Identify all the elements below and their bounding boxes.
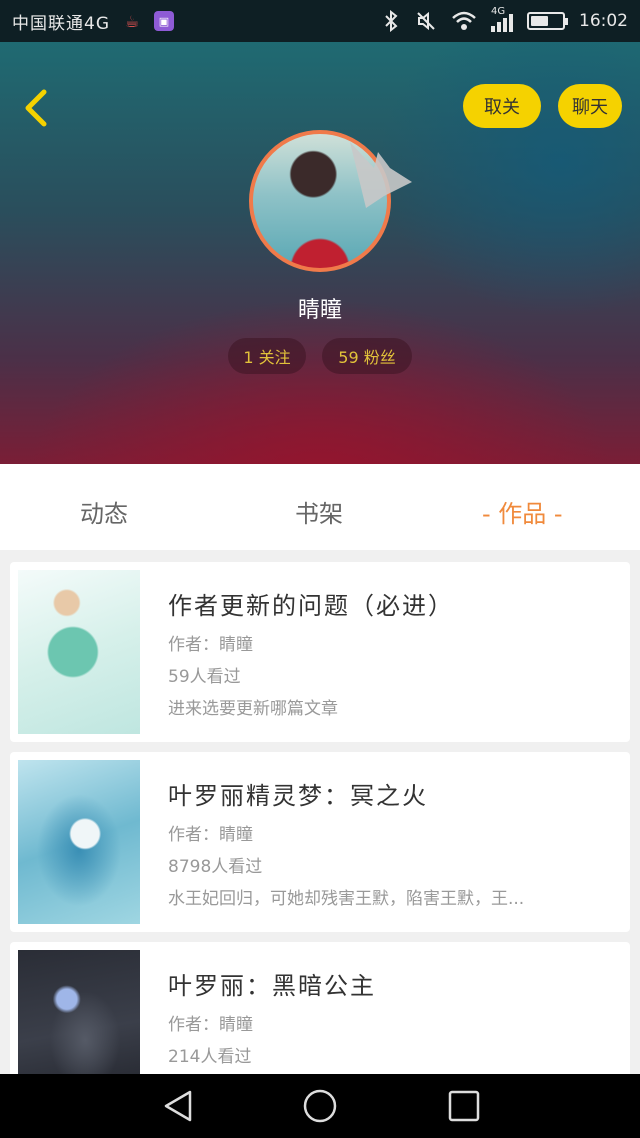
list-item[interactable]: 叶罗丽精灵梦：冥之火 作者：睛瞳 8798人看过 水王妃回归，可她却残害王默，陷… xyxy=(10,752,630,932)
book-cover xyxy=(18,950,140,1074)
profile-tabs: 动态 书架 - 作品 - xyxy=(0,464,640,550)
tab-works[interactable]: - 作品 - xyxy=(482,494,563,529)
book-title: 作者更新的问题（必进） xyxy=(168,592,454,620)
unfollow-button[interactable]: 取关 xyxy=(463,84,541,128)
status-bar: 中国联通4G ☕ ▣ 4G 16:02 xyxy=(0,0,640,42)
book-author: 作者：睛瞳 xyxy=(168,635,253,655)
wifi-icon xyxy=(452,11,476,30)
square-recent-icon[interactable] xyxy=(446,1088,482,1124)
book-views: 8798人看过 xyxy=(168,857,263,877)
triangle-back-icon[interactable] xyxy=(160,1088,196,1124)
notification-app-icon: ☕ xyxy=(124,11,140,31)
tab-bookshelf[interactable]: 书架 xyxy=(295,494,343,529)
list-item[interactable]: 叶罗丽：黑暗公主 作者：睛瞳 214人看过 xyxy=(10,942,630,1074)
bluetooth-icon xyxy=(385,10,398,32)
profile-header: 取关 聊天 睛瞳 1 关注 59 粉丝 xyxy=(0,42,640,464)
works-list: 作者更新的问题（必进） 作者：睛瞳 59人看过 进来选要更新哪篇文章 叶罗丽精灵… xyxy=(0,550,640,1074)
system-nav-bar xyxy=(0,1074,640,1138)
fans-count[interactable]: 59 粉丝 xyxy=(322,338,412,374)
back-button[interactable] xyxy=(18,86,54,130)
book-author: 作者：睛瞳 xyxy=(168,1015,253,1035)
book-desc: 进来选要更新哪篇文章 xyxy=(168,699,338,719)
book-views: 59人看过 xyxy=(168,667,241,687)
clock: 16:02 xyxy=(579,11,628,31)
book-title: 叶罗丽：黑暗公主 xyxy=(168,972,376,1000)
battery-icon xyxy=(527,12,568,30)
follow-count[interactable]: 1 关注 xyxy=(228,338,306,374)
book-views: 214人看过 xyxy=(168,1047,252,1067)
carrier-label: 中国联通4G xyxy=(12,13,110,34)
circle-home-icon[interactable] xyxy=(302,1088,338,1124)
crown-icon xyxy=(350,142,412,208)
book-title: 叶罗丽精灵梦：冥之火 xyxy=(168,782,428,810)
book-cover xyxy=(18,570,140,734)
signal-icon: 4G xyxy=(491,6,513,32)
username: 睛瞳 xyxy=(297,298,342,323)
book-author: 作者：睛瞳 xyxy=(168,825,253,845)
list-item[interactable]: 作者更新的问题（必进） 作者：睛瞳 59人看过 进来选要更新哪篇文章 xyxy=(10,562,630,742)
book-cover xyxy=(18,760,140,924)
tab-dynamics[interactable]: 动态 xyxy=(80,494,128,529)
chat-button[interactable]: 聊天 xyxy=(558,84,622,128)
network-type-label: 4G xyxy=(491,6,506,17)
mute-icon xyxy=(417,11,435,31)
book-desc: 水王妃回归，可她却残害王默，陷害王默，王... xyxy=(168,889,525,909)
gallery-app-icon: ▣ xyxy=(154,11,174,31)
